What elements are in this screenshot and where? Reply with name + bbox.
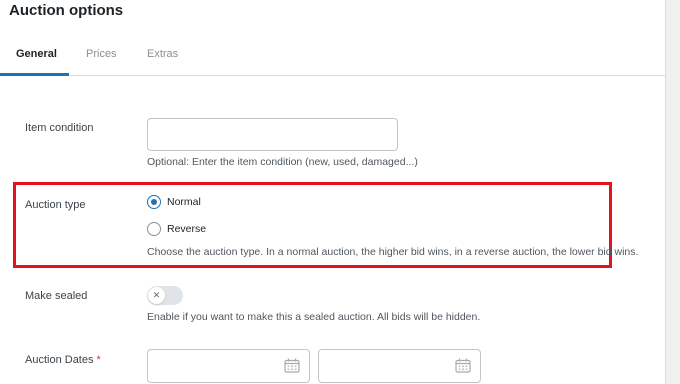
auction-start-date-input[interactable] xyxy=(147,349,310,383)
tab-bar: General Prices Extras xyxy=(0,34,666,76)
calendar-icon[interactable] xyxy=(284,358,300,373)
required-marker: * xyxy=(96,354,101,366)
radio-checked-icon[interactable] xyxy=(147,195,161,209)
auction-dates-label-text: Auction Dates xyxy=(25,354,94,366)
auction-end-date-input[interactable] xyxy=(318,349,481,383)
calendar-icon[interactable] xyxy=(455,358,471,373)
active-tab-indicator xyxy=(0,73,69,76)
make-sealed-toggle[interactable]: ✕ xyxy=(147,286,183,305)
tab-prices[interactable]: Prices xyxy=(86,48,117,60)
radio-reverse-label: Reverse xyxy=(167,223,207,235)
panel-title: Auction options xyxy=(9,2,124,19)
tab-extras[interactable]: Extras xyxy=(147,48,178,60)
make-sealed-label: Make sealed xyxy=(25,290,88,302)
tab-general[interactable]: General xyxy=(16,48,57,60)
item-condition-label: Item condition xyxy=(25,122,94,134)
auction-options-panel: Auction options General Prices Extras It… xyxy=(0,0,666,384)
auction-dates-label: Auction Dates * xyxy=(25,354,101,366)
close-icon: ✕ xyxy=(148,287,165,304)
radio-option-reverse[interactable]: Reverse xyxy=(147,221,206,237)
item-condition-description: Optional: Enter the item condition (new,… xyxy=(147,156,418,168)
radio-option-normal[interactable]: Normal xyxy=(147,194,201,210)
make-sealed-description: Enable if you want to make this a sealed… xyxy=(147,311,481,323)
radio-normal-label: Normal xyxy=(167,196,201,208)
item-condition-input[interactable] xyxy=(147,118,398,151)
auction-type-description: Choose the auction type. In a normal auc… xyxy=(147,246,639,258)
radio-unchecked-icon[interactable] xyxy=(147,222,161,236)
auction-type-label: Auction type xyxy=(25,199,86,211)
